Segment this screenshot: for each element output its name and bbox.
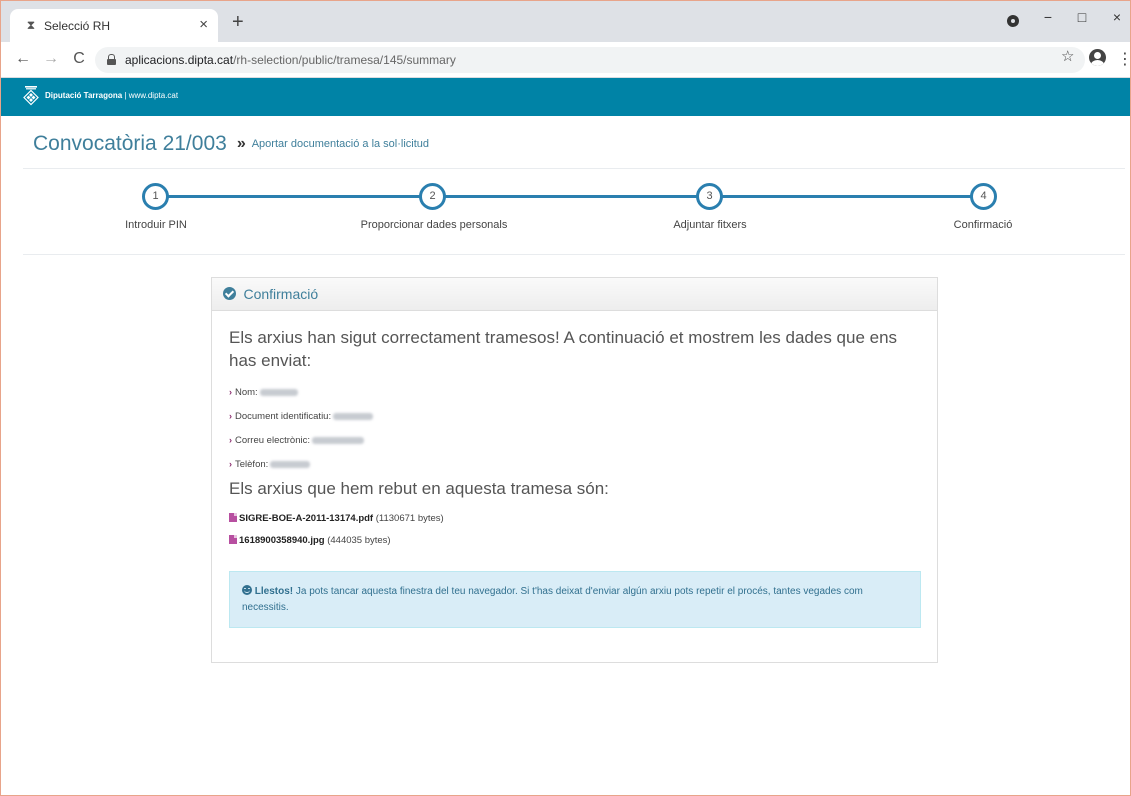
file-name: 1618900358940.jpg — [239, 535, 325, 546]
step-4-circle: 4 — [970, 183, 997, 210]
chevron-right-icon: › — [229, 459, 232, 469]
browser-titlebar: ⧗ Selecció RH × + − □ × — [1, 1, 1130, 42]
minimize-button[interactable]: − — [1038, 9, 1058, 25]
back-button[interactable]: ← — [13, 50, 33, 68]
smile-icon — [242, 584, 252, 595]
step-2-circle: 2 — [419, 183, 446, 210]
file-icon — [229, 534, 237, 544]
diputacio-logo-icon[interactable] — [23, 86, 39, 106]
list-item: › Telèfon: — [229, 457, 920, 481]
field-label: Correu electrònic: — [235, 435, 310, 446]
url-text[interactable]: aplicacions.dipta.cat/rh-selection/publi… — [125, 53, 456, 67]
step-4-label: Confirmació — [953, 219, 1013, 231]
check-circle-icon — [223, 286, 236, 300]
lock-icon[interactable] — [107, 54, 116, 65]
file-size: (444035 bytes) — [327, 535, 391, 546]
panel-title: Confirmació — [243, 286, 319, 303]
maximize-button[interactable]: □ — [1072, 9, 1092, 25]
chevron-right-icon: › — [229, 411, 232, 421]
step-1-circle: 1 — [142, 183, 169, 210]
field-label: Telèfon: — [235, 459, 269, 470]
file-name: SIGRE-BOE-A-2011-13174.pdf — [239, 513, 374, 524]
step-1-label: Introduir PIN — [125, 219, 187, 231]
browser-window: ⧗ Selecció RH × + − □ × ← → C aplicacion… — [0, 0, 1131, 796]
info-alert: Llestos! Ja pots tancar aquesta finestra… — [229, 571, 921, 628]
confirmation-panel: Confirmació Els arxius han sigut correct… — [211, 277, 938, 663]
alert-strong: Llestos! — [254, 586, 294, 597]
list-item: › Nom: — [229, 385, 920, 409]
redacted-value — [311, 436, 364, 444]
profile-indicator-icon[interactable] — [1007, 15, 1019, 27]
redacted-value — [259, 388, 298, 396]
redacted-value — [270, 460, 311, 468]
divider — [23, 168, 1125, 169]
new-tab-button[interactable]: + — [232, 12, 244, 32]
browser-menu-icon[interactable]: ⋮ — [1117, 49, 1131, 69]
field-label: Nom: — [235, 387, 258, 398]
panel-body: Els arxius han sigut correctament trames… — [212, 311, 937, 628]
panel-header: Confirmació — [212, 278, 937, 311]
browser-tab[interactable]: ⧗ Selecció RH × — [10, 9, 218, 42]
chevron-right-icon: › — [229, 435, 232, 445]
tab-title: Selecció RH — [44, 19, 111, 33]
divider — [23, 254, 1125, 255]
step-2-label: Proporcionar dades personals — [360, 219, 508, 231]
site-logo-text[interactable]: Diputació Tarragona | www.dipta.cat — [45, 91, 178, 100]
close-window-button[interactable]: × — [1107, 9, 1127, 25]
file-size: (1130671 bytes) — [375, 513, 444, 524]
bookmark-star-icon[interactable]: ☆ — [1061, 47, 1074, 65]
list-item: 1618900358940.jpg (444035 bytes) — [229, 534, 920, 556]
alert-text: Ja pots tancar aquesta finestra del teu … — [242, 586, 863, 613]
list-item: › Document identificatiu: — [229, 409, 920, 433]
list-item: › Correu electrònic: — [229, 433, 920, 457]
account-icon[interactable] — [1089, 49, 1106, 66]
submitted-data-list: › Nom: › Document identificatiu: › Correu e… — [229, 385, 920, 481]
stepper-line — [158, 195, 984, 198]
address-bar[interactable]: aplicacions.dipta.cat/rh-selection/publi… — [95, 47, 1085, 73]
tab-close-icon[interactable]: × — [199, 16, 208, 33]
breadcrumb: Convocatòria 21/003 » Aportar documentació… — [33, 132, 429, 156]
chevron-right-icon: › — [229, 387, 232, 397]
success-message: Els arxius han sigut correctament trames… — [229, 328, 898, 370]
list-item: SIGRE-BOE-A-2011-13174.pdf (1130671 byte… — [229, 512, 920, 534]
site-header: Diputació Tarragona | www.dipta.cat — [1, 78, 1130, 116]
forward-button[interactable]: → — [41, 50, 61, 68]
reload-button[interactable]: C — [69, 50, 89, 68]
file-icon — [229, 512, 237, 522]
browser-toolbar: ← → C aplicacions.dipta.cat/rh-selection… — [1, 42, 1131, 78]
page-title: Convocatòria 21/003 — [33, 132, 227, 155]
field-label: Document identificatiu: — [235, 411, 332, 422]
step-3-label: Adjuntar fitxers — [673, 219, 747, 231]
hourglass-icon: ⧗ — [26, 18, 36, 32]
received-files-list: SIGRE-BOE-A-2011-13174.pdf (1130671 byte… — [229, 512, 920, 556]
step-3-circle: 3 — [696, 183, 723, 210]
files-heading: Els arxius que hem rebut en aquesta tram… — [229, 479, 609, 498]
page-subtitle: Aportar documentació a la sol·licitud — [251, 138, 430, 150]
breadcrumb-separator: » — [236, 135, 246, 152]
redacted-value — [333, 412, 374, 420]
